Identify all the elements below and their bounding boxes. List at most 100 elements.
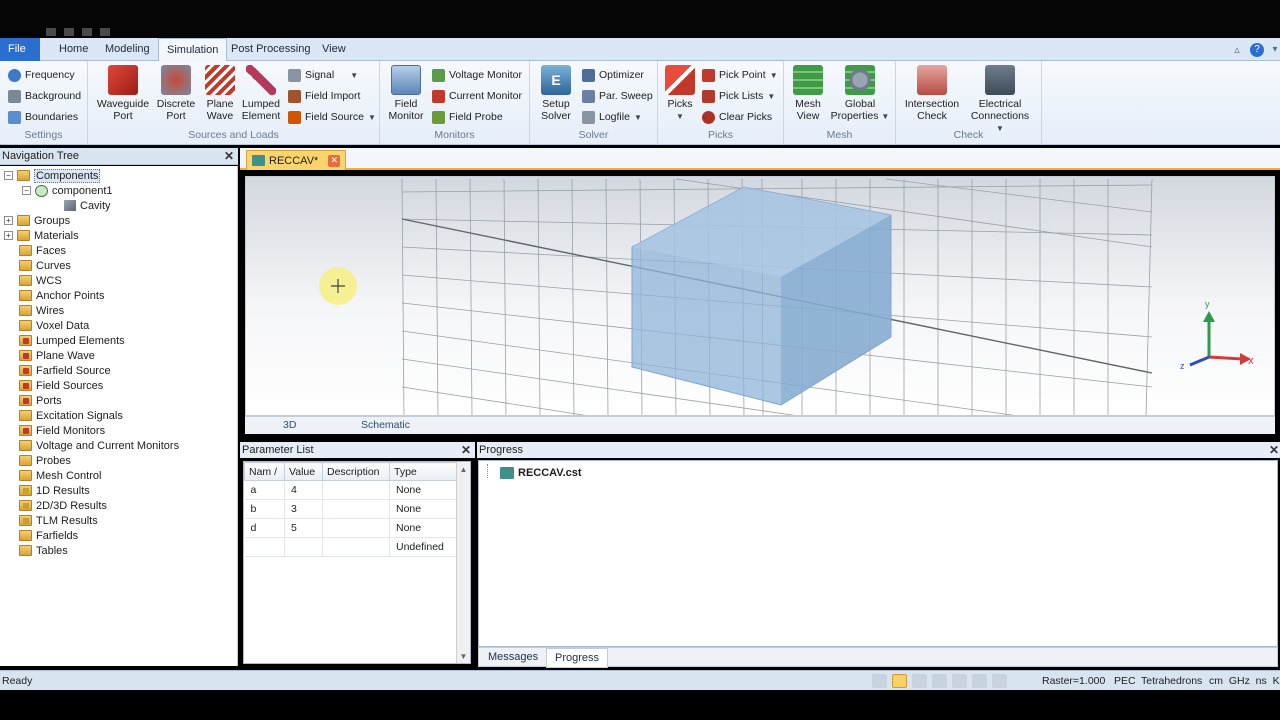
tree-node[interactable]: Farfield Source (4, 363, 111, 378)
tree-node[interactable]: Voltage and Current Monitors (4, 438, 179, 453)
field-source-button[interactable]: Field Source ▼ (288, 108, 376, 126)
voltage-monitor-button[interactable]: Voltage Monitor (432, 66, 522, 84)
tree-node-component1[interactable]: − component1 (22, 183, 113, 198)
tree-node-components[interactable]: − Components (4, 168, 101, 183)
tab-modeling[interactable]: Modeling (97, 38, 158, 61)
scroll-down-icon[interactable]: ▼ (457, 652, 470, 661)
field-monitor-button[interactable]: Field Monitor (386, 65, 426, 122)
tree-node[interactable]: Field Sources (4, 378, 103, 393)
tree-node[interactable]: + Materials (4, 228, 79, 243)
quick-access-icon[interactable] (46, 28, 56, 36)
table-row[interactable]: Undefined (244, 537, 458, 557)
param-name[interactable] (244, 537, 285, 557)
tree-node[interactable]: Anchor Points (4, 288, 104, 303)
clear-picks-button[interactable]: Clear Picks (702, 108, 772, 126)
tree-node[interactable]: Ports (4, 393, 62, 408)
rotate-icon[interactable] (912, 674, 927, 688)
collapse-icon[interactable]: − (4, 171, 13, 180)
tree-node[interactable]: Lumped Elements (4, 333, 125, 348)
expand-icon[interactable]: + (4, 216, 13, 225)
minimize-ribbon-icon[interactable]: ▵ (1230, 43, 1244, 57)
current-monitor-button[interactable]: Current Monitor (432, 87, 522, 105)
signal-button[interactable]: Signal ▼ (288, 66, 358, 84)
more-icon[interactable]: ▾ (1268, 43, 1280, 57)
quick-access-icon[interactable] (82, 28, 92, 36)
quick-access-icon[interactable] (64, 28, 74, 36)
tree-node[interactable]: Curves (4, 258, 71, 273)
column-header-description[interactable]: Description (322, 462, 390, 481)
tree-node[interactable]: Faces (4, 243, 66, 258)
tree-node[interactable]: Mesh Control (4, 468, 101, 483)
setup-solver-button[interactable]: E Setup Solver (538, 65, 574, 122)
tab-messages[interactable]: Messages (488, 651, 538, 663)
tree-node[interactable]: + Groups (4, 213, 70, 228)
param-name[interactable]: a (244, 480, 285, 500)
tree-node-cavity[interactable]: Cavity (64, 198, 111, 213)
close-navigation-tree-icon[interactable]: ✕ (224, 148, 234, 165)
field-probe-button[interactable]: Field Probe (432, 108, 503, 126)
undo-view-icon[interactable] (952, 674, 967, 688)
help-icon[interactable]: ? (1250, 43, 1264, 57)
intersection-check-button[interactable]: Intersection Check (902, 65, 962, 122)
fit-view-icon[interactable] (972, 674, 987, 688)
tree-node[interactable]: TLM Results (4, 513, 98, 528)
view-cube-icon[interactable] (992, 674, 1007, 688)
tree-node[interactable]: 2D/3D Results (4, 498, 107, 513)
param-value[interactable] (284, 537, 323, 557)
pick-point-button[interactable]: Pick Point ▼ (702, 66, 778, 84)
tree-node[interactable]: Plane Wave (4, 348, 95, 363)
param-name[interactable]: d (244, 518, 285, 538)
tree-node[interactable]: Field Monitors (4, 423, 105, 438)
parameter-list-scrollbar[interactable]: ▲ ▼ (456, 462, 470, 663)
param-description[interactable] (322, 480, 390, 500)
tree-node[interactable]: Tables (4, 543, 68, 558)
field-import-button[interactable]: Field Import (288, 87, 360, 105)
picks-button[interactable]: Picks ▼ (664, 65, 696, 123)
close-tab-icon[interactable]: ✕ (328, 154, 341, 167)
tree-node[interactable]: Wires (4, 303, 64, 318)
tab-home[interactable]: Home (51, 38, 96, 61)
tab-view[interactable]: View (314, 38, 354, 61)
scroll-up-icon[interactable]: ▲ (457, 465, 470, 474)
table-row[interactable]: a 4 None (244, 480, 458, 500)
logfile-button[interactable]: Logfile ▼ (582, 108, 642, 126)
quick-access-icon[interactable] (100, 28, 110, 36)
tree-node[interactable]: Voxel Data (4, 318, 89, 333)
document-tab-reccav[interactable]: RECCAV* ✕ (246, 150, 346, 170)
discrete-port-button[interactable]: Discrete Port (154, 65, 198, 122)
tab-file[interactable]: File (0, 38, 40, 61)
column-header-type[interactable]: Type (389, 462, 458, 481)
table-row[interactable]: b 3 None (244, 499, 458, 519)
3d-viewport[interactable]: y x z (245, 176, 1275, 416)
pick-lists-button[interactable]: Pick Lists ▼ (702, 87, 775, 105)
frequency-button[interactable]: Frequency (8, 66, 75, 84)
cavity-solid[interactable] (631, 186, 892, 406)
boundaries-button[interactable]: Boundaries (8, 108, 78, 126)
tree-node[interactable]: 1D Results (4, 483, 90, 498)
pan-icon[interactable] (892, 674, 907, 688)
param-description[interactable] (322, 537, 390, 557)
tab-3d[interactable]: 3D (283, 419, 296, 431)
tree-node[interactable]: Farfields (4, 528, 78, 543)
column-header-name[interactable]: Nam / (244, 462, 285, 481)
optimizer-button[interactable]: Optimizer (582, 66, 644, 84)
collapse-icon[interactable]: − (22, 186, 31, 195)
param-description[interactable] (322, 499, 390, 519)
tab-progress[interactable]: Progress (546, 648, 609, 668)
param-value[interactable]: 5 (284, 518, 323, 538)
progress-item[interactable]: RECCAV.cst (500, 465, 582, 480)
background-button[interactable]: Background (8, 87, 81, 105)
tree-node[interactable]: WCS (4, 273, 62, 288)
tree-node[interactable]: Probes (4, 453, 71, 468)
param-description[interactable] (322, 518, 390, 538)
mesh-view-button[interactable]: Mesh View (790, 65, 826, 122)
table-row[interactable]: d 5 None (244, 518, 458, 538)
zoom-icon[interactable] (872, 674, 887, 688)
lumped-element-button[interactable]: Lumped Element (238, 65, 284, 122)
param-value[interactable]: 3 (284, 499, 323, 519)
param-name[interactable]: b (244, 499, 285, 519)
tab-post-processing[interactable]: Post Processing (223, 38, 318, 61)
close-progress-icon[interactable]: ✕ (1269, 442, 1279, 458)
electrical-connections-button[interactable]: Electrical Connections ▼ (966, 65, 1034, 135)
tab-simulation[interactable]: Simulation (158, 38, 228, 62)
